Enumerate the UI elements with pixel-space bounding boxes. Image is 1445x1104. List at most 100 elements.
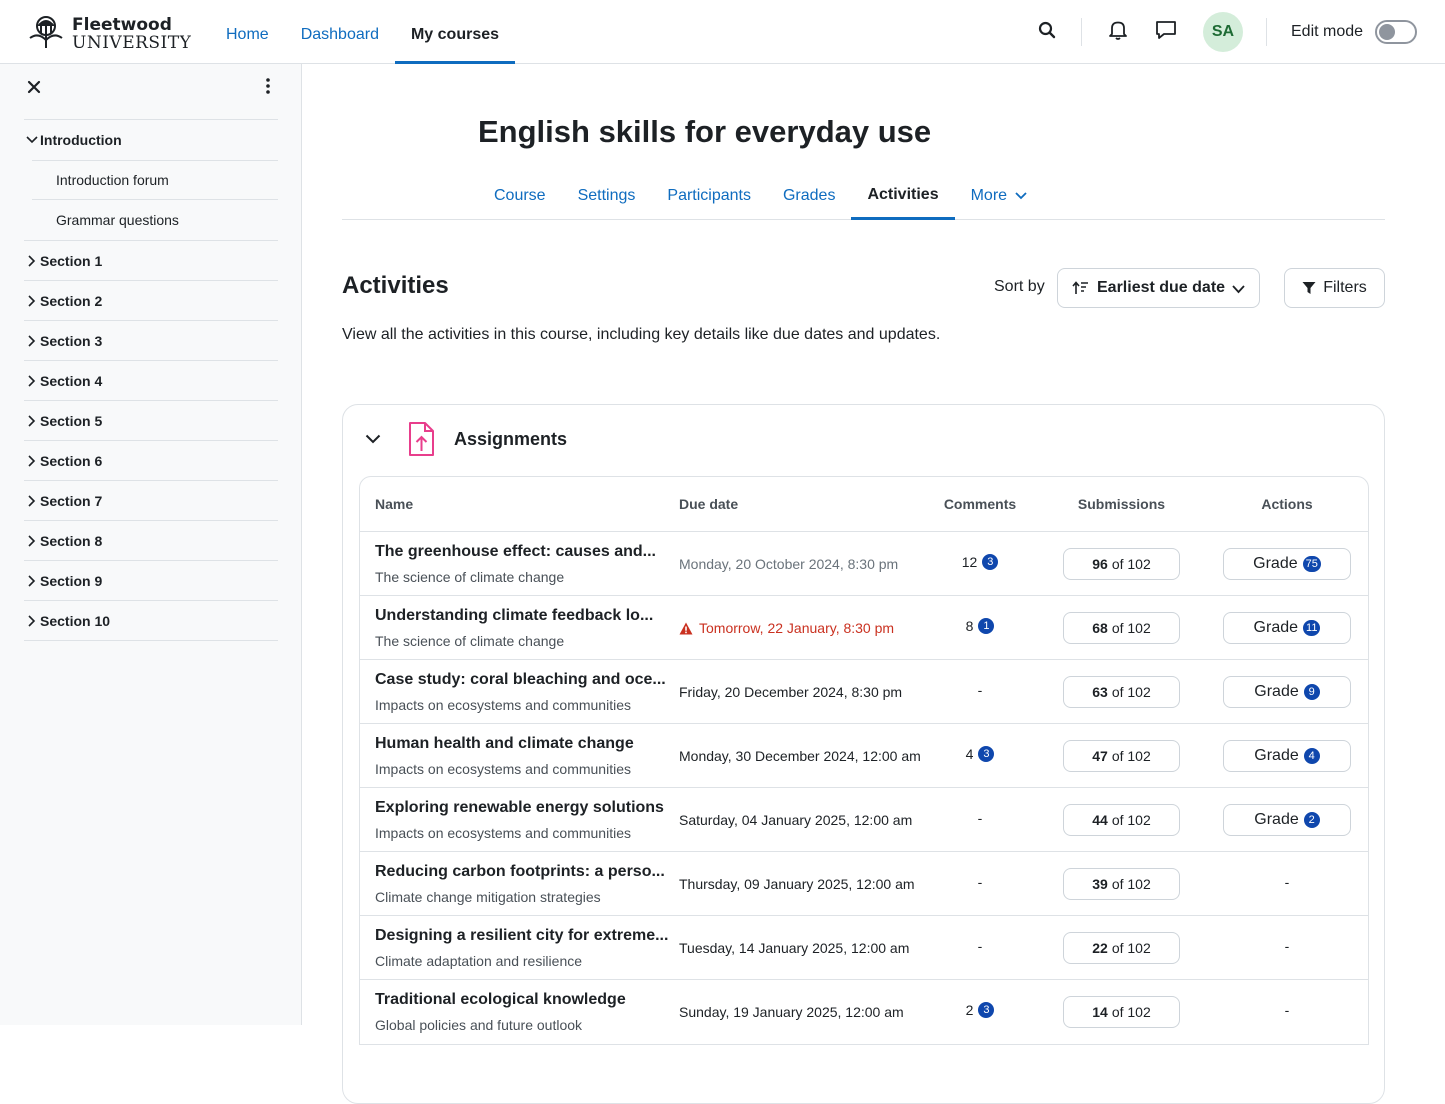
edit-mode-toggle[interactable] — [1375, 20, 1418, 44]
assignment-name-link[interactable]: Understanding climate feedback lo... — [375, 607, 653, 625]
comments-cell: - — [900, 682, 1060, 698]
sort-label: Sort by — [994, 278, 1045, 295]
section-label[interactable]: Section 7 — [40, 493, 102, 509]
chevron-right-icon[interactable] — [24, 294, 40, 307]
chevron-right-icon[interactable] — [24, 454, 40, 467]
section-label[interactable]: Introduction — [40, 132, 122, 148]
chevron-down-icon[interactable] — [24, 136, 40, 144]
chevron-right-icon[interactable] — [24, 494, 40, 507]
assignments-header: Assignments — [343, 405, 1384, 475]
section-label[interactable]: Section 1 — [40, 253, 102, 269]
primary-navigation: Home Dashboard My courses — [210, 0, 516, 64]
needs-grading-badge: 9 — [1303, 684, 1320, 700]
assignment-name-link[interactable]: Case study: coral bleaching and oce... — [375, 671, 666, 689]
course-index-item[interactable]: Section 4 — [24, 361, 278, 401]
table-row: Designing a resilient city for extreme..… — [360, 916, 1368, 980]
tab-activities[interactable]: Activities — [851, 172, 955, 220]
chevron-right-icon[interactable] — [24, 574, 40, 587]
submissions-button[interactable]: 44 of 102 — [1063, 804, 1180, 836]
nav-home[interactable]: Home — [210, 0, 285, 64]
search-button[interactable] — [1030, 0, 1064, 64]
collapse-chevron-icon[interactable] — [365, 431, 381, 449]
divider — [1266, 18, 1267, 46]
close-drawer-button[interactable] — [24, 78, 44, 98]
comments-cell[interactable]: 12 3 — [900, 554, 1060, 570]
notifications-button[interactable] — [1101, 0, 1135, 64]
submissions-button[interactable]: 22 of 102 — [1063, 932, 1180, 964]
tab-participants[interactable]: Participants — [651, 172, 767, 220]
course-index-item[interactable]: Section 6 — [24, 441, 278, 481]
filters-button[interactable]: Filters — [1284, 268, 1385, 308]
no-action: - — [1284, 938, 1290, 954]
submissions-total: of 102 — [1111, 812, 1151, 828]
drawer-options-button[interactable] — [258, 77, 278, 98]
section-label[interactable]: Section 4 — [40, 373, 102, 389]
assignment-name-link[interactable]: The greenhouse effect: causes and... — [375, 543, 656, 561]
assignment-name-link[interactable]: Exploring renewable energy solutions — [375, 799, 664, 817]
chevron-right-icon[interactable] — [24, 534, 40, 547]
comments-cell[interactable]: 81 — [900, 618, 1060, 634]
chevron-right-icon[interactable] — [24, 614, 40, 627]
table-row: Reducing carbon footprints: a perso... C… — [360, 852, 1368, 916]
tab-more[interactable]: More — [955, 172, 1043, 220]
course-index-item[interactable]: Section 9 — [24, 561, 278, 601]
comments-cell[interactable]: 43 — [900, 746, 1060, 762]
chevron-right-icon[interactable] — [24, 334, 40, 347]
section-label[interactable]: Section 8 — [40, 533, 102, 549]
section-label[interactable]: Section 6 — [40, 453, 102, 469]
section-label[interactable]: Section 2 — [40, 293, 102, 309]
submissions-button[interactable]: 39 of 102 — [1063, 868, 1180, 900]
course-index-item[interactable]: Section 10 — [24, 601, 278, 641]
assignment-section: Impacts on ecosystems and communities — [375, 697, 631, 713]
assignment-name-link[interactable]: Traditional ecological knowledge — [375, 991, 626, 1009]
user-menu[interactable]: SA — [1203, 0, 1243, 64]
grade-button[interactable]: Grade 75 — [1223, 548, 1351, 580]
tab-course[interactable]: Course — [478, 172, 562, 220]
nav-dashboard[interactable]: Dashboard — [285, 0, 395, 64]
column-name[interactable]: Name — [375, 496, 413, 512]
course-index-item[interactable]: Section 7 — [24, 481, 278, 521]
submissions-button[interactable]: 68 of 102 — [1063, 612, 1180, 644]
column-due-date[interactable]: Due date — [679, 496, 738, 512]
course-index-item[interactable]: Section 5 — [24, 401, 278, 441]
submissions-button[interactable]: 47 of 102 — [1063, 740, 1180, 772]
course-index-item[interactable]: Section 8 — [24, 521, 278, 561]
sort-select[interactable]: Earliest due date — [1057, 268, 1260, 308]
assignment-name-link[interactable]: Reducing carbon footprints: a perso... — [375, 863, 665, 881]
grade-button[interactable]: Grade 11 — [1223, 612, 1351, 644]
messages-button[interactable] — [1149, 0, 1183, 64]
submissions-total: of 102 — [1111, 620, 1151, 636]
chevron-right-icon[interactable] — [24, 374, 40, 387]
tab-grades[interactable]: Grades — [767, 172, 851, 220]
comments-cell[interactable]: 23 — [900, 1002, 1060, 1018]
submissions-button[interactable]: 14 of 102 — [1063, 996, 1180, 1028]
avatar: SA — [1203, 12, 1243, 52]
course-index-activity[interactable]: Grammar questions — [32, 200, 278, 240]
grade-label: Grade — [1254, 811, 1299, 828]
assignment-name-link[interactable]: Designing a resilient city for extreme..… — [375, 927, 668, 945]
submissions-button[interactable]: 63 of 102 — [1063, 676, 1180, 708]
course-index-activity[interactable]: Introduction forum — [32, 160, 278, 200]
course-index-item[interactable]: Section 1 — [24, 241, 278, 281]
divider — [1081, 18, 1082, 46]
assignment-section: Climate change mitigation strategies — [375, 889, 601, 905]
grade-button[interactable]: Grade 2 — [1223, 804, 1351, 836]
university-logo[interactable]: Fleetwood UNIVERSITY — [26, 12, 191, 55]
assignment-name-link[interactable]: Human health and climate change — [375, 735, 634, 753]
comments-cell: - — [900, 874, 1060, 890]
chevron-right-icon[interactable] — [24, 414, 40, 427]
submissions-button[interactable]: 96 of 102 — [1063, 548, 1180, 580]
section-label[interactable]: Section 10 — [40, 613, 110, 629]
tab-settings[interactable]: Settings — [562, 172, 652, 220]
grade-button[interactable]: Grade 4 — [1223, 740, 1351, 772]
section-label[interactable]: Section 5 — [40, 413, 102, 429]
section-label[interactable]: Section 3 — [40, 333, 102, 349]
course-index-item[interactable]: Section 3 — [24, 321, 278, 361]
chevron-right-icon[interactable] — [24, 254, 40, 267]
section-label[interactable]: Section 9 — [40, 573, 102, 589]
sort-ascending-icon — [1072, 281, 1089, 295]
course-index-item[interactable]: Introduction — [24, 120, 278, 160]
nav-my-courses[interactable]: My courses — [394, 0, 516, 64]
course-index-item[interactable]: Section 2 — [24, 281, 278, 321]
grade-button[interactable]: Grade 9 — [1223, 676, 1351, 708]
